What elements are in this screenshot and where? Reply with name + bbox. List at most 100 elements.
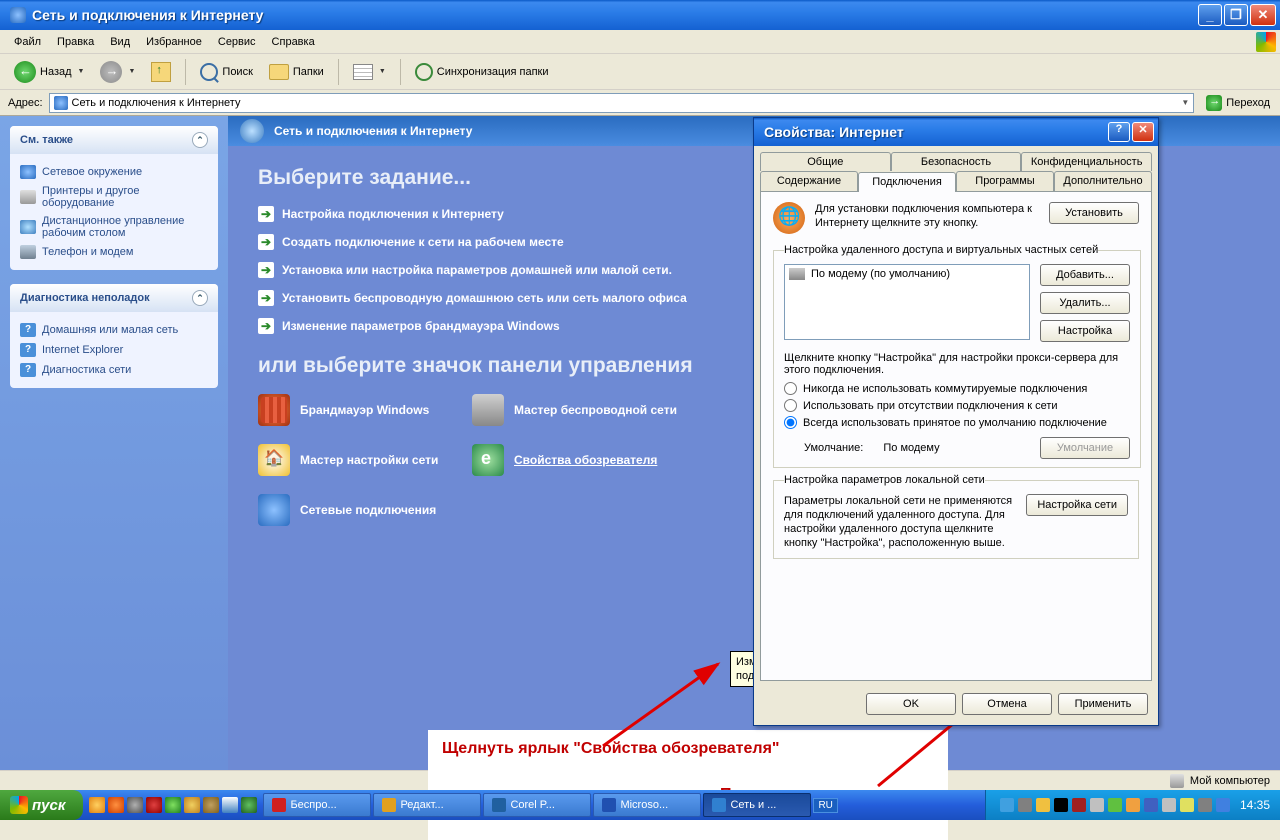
cp-firewall[interactable]: Брандмауэр Windows <box>258 394 468 426</box>
proxy-hint: Щелкните кнопку "Настройка" для настройк… <box>784 352 1130 376</box>
link-network-places[interactable]: Сетевое окружение <box>20 162 208 182</box>
maximize-button[interactable]: ❐ <box>1224 4 1248 26</box>
tray-icon[interactable] <box>1126 798 1140 812</box>
task-corel[interactable]: Corel P... <box>483 793 591 817</box>
sync-button[interactable]: Синхронизация папки <box>409 60 555 84</box>
tab-connections[interactable]: Подключения <box>858 172 956 192</box>
tray-icon[interactable] <box>1036 798 1050 812</box>
folders-button[interactable]: Папки <box>263 61 330 83</box>
cp-wireless-wizard[interactable]: Мастер беспроводной сети <box>472 394 732 426</box>
tray-icon[interactable] <box>1090 798 1104 812</box>
tab-general[interactable]: Общие <box>760 152 891 171</box>
cp-network-wizard[interactable]: Мастер настройки сети <box>258 444 468 476</box>
modem-icon <box>789 268 805 280</box>
cp-network-connections[interactable]: Сетевые подключения <box>258 494 468 526</box>
menu-view[interactable]: Вид <box>102 33 138 51</box>
dialog-help-button[interactable]: ? <box>1108 122 1130 142</box>
internet-properties-dialog: Свойства: Интернет ? ✕ Общие Безопасност… <box>753 117 1159 726</box>
tray-icon[interactable] <box>1108 798 1122 812</box>
task-opera[interactable]: Беспро... <box>263 793 371 817</box>
start-logo-icon <box>10 796 28 814</box>
dialog-close-button[interactable]: ✕ <box>1132 122 1154 142</box>
back-button[interactable]: Назад▼ <box>8 58 90 86</box>
arrow-icon: ➔ <box>258 206 274 222</box>
tab-advanced[interactable]: Дополнительно <box>1054 171 1152 191</box>
task-network[interactable]: Сеть и ... <box>703 793 811 817</box>
up-button[interactable] <box>145 59 177 85</box>
ql-icon[interactable] <box>203 797 219 813</box>
cancel-button[interactable]: Отмена <box>962 693 1052 715</box>
computer-icon <box>1170 774 1184 788</box>
radio-no-connection[interactable]: Использовать при отсутствии подключения … <box>784 399 1130 412</box>
ql-firefox-icon[interactable] <box>108 797 124 813</box>
task-editor[interactable]: Редакт... <box>373 793 481 817</box>
tray-icon[interactable] <box>1072 798 1086 812</box>
arrow-icon: ➔ <box>258 262 274 278</box>
apply-button[interactable]: Применить <box>1058 693 1148 715</box>
collapse-icon[interactable]: ⌃ <box>192 290 208 306</box>
lan-settings-button[interactable]: Настройка сети <box>1026 494 1128 516</box>
start-button[interactable]: пуск <box>0 790 83 820</box>
ok-button[interactable]: OK <box>866 693 956 715</box>
menu-favorites[interactable]: Избранное <box>138 33 210 51</box>
modem-list-item[interactable]: По модему (по умолчанию) <box>787 267 1027 281</box>
menu-file[interactable]: Файл <box>6 33 49 51</box>
ie-icon <box>472 444 504 476</box>
tray-icon[interactable] <box>1216 798 1230 812</box>
forward-icon <box>100 61 122 83</box>
radio-never[interactable]: Никогда не использовать коммутируемые по… <box>784 382 1130 395</box>
ql-opera-icon[interactable] <box>146 797 162 813</box>
remove-button[interactable]: Удалить... <box>1040 292 1130 314</box>
ql-chrome-icon[interactable] <box>89 797 105 813</box>
forward-button[interactable]: ▼ <box>94 58 141 86</box>
link-printers[interactable]: Принтеры и другое оборудование <box>20 182 208 212</box>
tray-icon[interactable] <box>1018 798 1032 812</box>
task-word[interactable]: Microso... <box>593 793 701 817</box>
minimize-button[interactable]: _ <box>1198 4 1222 26</box>
tab-programs[interactable]: Программы <box>956 171 1054 191</box>
tab-security[interactable]: Безопасность <box>891 152 1022 171</box>
add-button[interactable]: Добавить... <box>1040 264 1130 286</box>
ts-home-network[interactable]: ?Домашняя или малая сеть <box>20 320 208 340</box>
close-button[interactable]: ✕ <box>1250 4 1276 26</box>
left-panel: См. также⌃ Сетевое окружение Принтеры и … <box>0 116 228 770</box>
menu-tools[interactable]: Сервис <box>210 33 264 51</box>
tray-icon[interactable] <box>1180 798 1194 812</box>
link-remote-desktop[interactable]: Дистанционное управление рабочим столом <box>20 212 208 242</box>
settings-button[interactable]: Настройка <box>1040 320 1130 342</box>
setup-button[interactable]: Установить <box>1049 202 1139 224</box>
ts-network[interactable]: ?Диагностика сети <box>20 360 208 380</box>
menu-help[interactable]: Справка <box>264 33 323 51</box>
tab-privacy[interactable]: Конфиденциальность <box>1021 152 1152 171</box>
tray-icon[interactable] <box>1000 798 1014 812</box>
radio-always[interactable]: Всегда использовать принятое по умолчани… <box>784 416 1130 429</box>
address-field[interactable]: Сеть и подключения к Интернету ▼ <box>49 93 1195 113</box>
link-phone-modem[interactable]: Телефон и модем <box>20 242 208 262</box>
connections-listbox[interactable]: По модему (по умолчанию) <box>784 264 1030 340</box>
tab-content[interactable]: Содержание <box>760 171 858 191</box>
search-button[interactable]: Поиск <box>194 60 258 84</box>
tray-icon[interactable] <box>1054 798 1068 812</box>
ql-icon[interactable] <box>184 797 200 813</box>
tray-icon[interactable] <box>1162 798 1176 812</box>
address-icon <box>54 96 68 110</box>
go-button[interactable]: Переход <box>1200 93 1276 113</box>
tray-icon[interactable] <box>1144 798 1158 812</box>
ql-icon[interactable] <box>165 797 181 813</box>
ts-ie[interactable]: ?Internet Explorer <box>20 340 208 360</box>
ql-icon[interactable] <box>222 797 238 813</box>
ql-icon[interactable] <box>241 797 257 813</box>
xp-logo-icon <box>1256 32 1276 52</box>
ql-icon[interactable] <box>127 797 143 813</box>
set-default-button: Умолчание <box>1040 437 1130 459</box>
dialup-groupbox: Настройка удаленного доступа и виртуальн… <box>773 244 1141 468</box>
views-button[interactable]: ▼ <box>347 61 392 83</box>
cp-internet-options[interactable]: Свойства обозревателя <box>472 444 732 476</box>
menu-edit[interactable]: Правка <box>49 33 102 51</box>
arrow-icon: ➔ <box>258 318 274 334</box>
collapse-icon[interactable]: ⌃ <box>192 132 208 148</box>
setup-icon <box>773 202 805 234</box>
clock[interactable]: 14:35 <box>1240 798 1270 812</box>
tray-icon[interactable] <box>1198 798 1212 812</box>
back-icon <box>14 61 36 83</box>
